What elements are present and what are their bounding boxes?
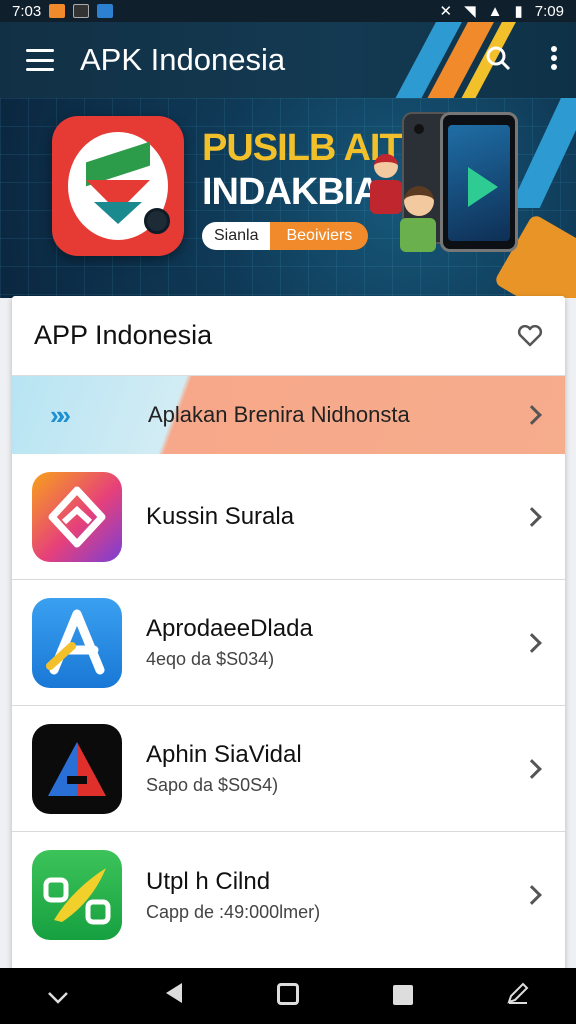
card-header: APP Indonesia [12,296,565,376]
list-item-title: Aphin SiaVidal [146,741,302,768]
camera-icon [144,208,170,234]
mute-icon: ✕ [439,3,453,20]
list-item-subtitle: 4eqo da $S034) [146,649,275,669]
promo-row[interactable]: »» Aplakan Brenira Nidhonsta [12,376,565,454]
promo-label: Aplakan Brenira Nidhonsta [148,402,410,427]
list-item-subtitle: Sapo da $S0S4) [146,775,279,795]
banner-pill-right: Beoiviers [270,222,369,250]
edit-icon[interactable] [498,981,538,1012]
chevron-right-icon [522,885,542,905]
list-item[interactable]: Utpl h Cilnd Capp de :49:000lmer) [12,832,565,958]
list-item[interactable]: AprodaeeDlada 4eqo da $S034) [12,580,565,706]
promo-banner[interactable]: PUSILB AIT INDAKBIA Sianla Beoiviers [0,98,576,298]
list-item-title: AprodaeeDlada [146,615,313,642]
battery-icon: ▮ [514,3,523,20]
list-item-title: Utpl h Cilnd [146,867,271,895]
list-item-subtitle: Capp de :49:000lmer) [146,901,321,922]
banner-pill-left: Sianla [202,222,271,250]
more-options-icon[interactable] [550,45,558,75]
recents-icon[interactable] [383,981,423,1012]
chevron-right-icon [522,506,542,527]
list-item-title: Kussin Surala [146,502,295,530]
system-nav-bar [0,968,576,1024]
app-icon [32,471,122,562]
chevron-right-icon [522,632,542,653]
app-bar: APK Indonesia [0,22,576,98]
menu-button[interactable] [26,49,54,71]
wifi-icon: ◥ [464,3,476,20]
status-time-left: 7:03 [12,2,42,20]
status-time-right: 7:09 [534,2,564,20]
app-list-card: APP Indonesia »» Aplakan Brenira Nidhons… [12,296,565,970]
chevron-right-icon [522,758,542,779]
card-title: APP Indonesia [34,320,213,350]
home-icon[interactable] [268,981,308,1012]
app-icon [32,597,122,688]
banner-pill: Sianla Beoiviers [202,222,369,250]
play-icon [468,167,498,207]
notification-icon [97,4,114,18]
search-icon[interactable] [484,44,512,76]
signal-icon: ▲ [487,2,503,20]
app-title: APK Indonesia [80,42,286,77]
phone-illustration [440,112,518,252]
notification-icon [73,4,90,18]
app-icon [32,723,122,814]
back-icon[interactable] [153,981,193,1012]
double-arrow-icon: »» [50,399,71,430]
mascot-figure [370,154,402,218]
app-icon [32,850,122,940]
heart-icon[interactable] [517,324,543,347]
chevron-down-icon[interactable] [38,981,78,1012]
mascot-figure [400,186,438,256]
app-logo [52,116,184,256]
notification-icon [49,4,66,18]
status-bar: 7:03 ✕ ◥ ▲ ▮ 7:09 [0,0,576,22]
list-item[interactable]: Aphin SiaVidal Sapo da $S0S4) [12,706,565,832]
chevron-right-icon [522,405,542,425]
list-item[interactable]: Kussin Surala [12,454,565,580]
